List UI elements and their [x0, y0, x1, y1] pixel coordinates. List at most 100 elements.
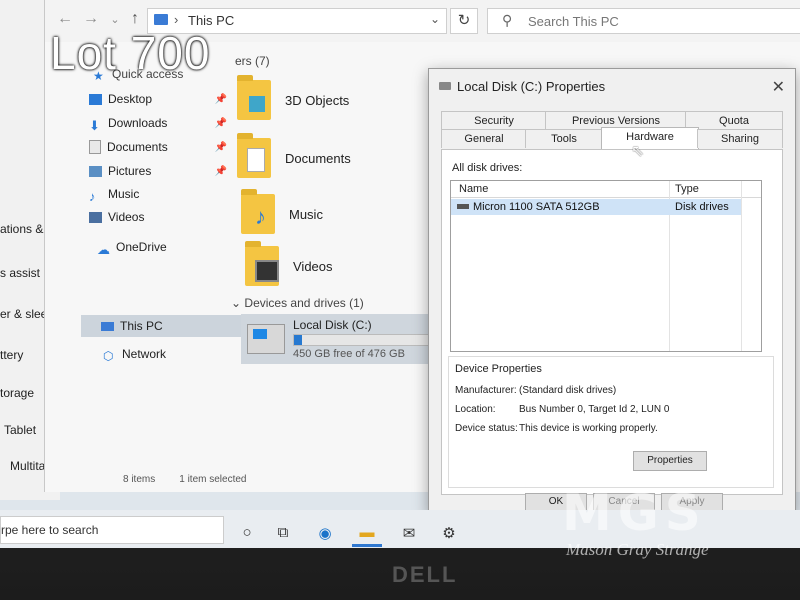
close-icon[interactable]: ✕	[772, 77, 785, 97]
device-properties-group: Device Properties Manufacturer: (Standar…	[448, 356, 774, 488]
disk-type: Disk drives	[675, 201, 729, 213]
cube-icon	[249, 96, 265, 112]
recent-chevron-icon[interactable]: ⌄	[105, 13, 125, 26]
settings-item[interactable]: torage	[0, 386, 34, 400]
dialog-title: Local Disk (C:) Properties	[457, 79, 606, 94]
music-icon: ♪	[255, 204, 266, 229]
sidebar-item-label: This PC	[120, 319, 163, 333]
music-icon: ♪	[89, 188, 96, 204]
tab-row-front: General Tools Hardware Sharing	[441, 127, 783, 150]
sidebar-item-label: OneDrive	[116, 240, 167, 254]
pin-icon[interactable]: 📌	[215, 142, 227, 153]
drive-item-local-disk[interactable]: Local Disk (C:) 450 GB free of 476 GB	[241, 314, 441, 364]
pin-icon[interactable]: 📌	[215, 166, 227, 177]
list-header: Name Type	[451, 181, 761, 198]
sidebar-item-label: Desktop	[108, 92, 153, 106]
settings-gear-icon[interactable]: ⚙	[438, 524, 460, 542]
folder-documents[interactable]: Documents	[237, 133, 351, 178]
column-name[interactable]: Name	[459, 183, 488, 195]
document-icon	[247, 148, 265, 172]
status-bar: 8 items 1 item selected	[123, 474, 247, 485]
settings-item[interactable]: Tablet	[4, 423, 36, 437]
sidebar-item-desktop[interactable]: Desktop 📌	[89, 89, 239, 109]
sidebar-item-this-pc[interactable]: This PC	[101, 316, 251, 336]
sidebar-item-label: Documents	[107, 140, 168, 154]
sidebar-item-onedrive[interactable]: ☁ OneDrive	[97, 237, 247, 257]
manufacturer-value: (Standard disk drives)	[519, 385, 617, 396]
download-icon: ⬇	[89, 117, 100, 133]
film-icon	[255, 260, 279, 282]
this-pc-icon	[101, 321, 114, 331]
settings-item[interactable]: ttery	[0, 348, 23, 362]
sidebar-item-pictures[interactable]: Pictures 📌	[89, 161, 239, 181]
refresh-button[interactable]: ↻	[450, 8, 478, 34]
address-dropdown-icon[interactable]: ⌄	[430, 12, 440, 26]
settings-item[interactable]: s assist	[0, 266, 40, 280]
all-disk-drives-label: All disk drives:	[452, 162, 523, 174]
folders-group-heading[interactable]: ers (7)	[235, 54, 270, 68]
folder-label: Documents	[285, 150, 351, 166]
location-label: Location:	[455, 404, 496, 415]
disk-drive-icon	[457, 204, 469, 209]
pin-icon[interactable]: 📌	[215, 118, 227, 129]
navigation-pane: ★ Quick access Desktop 📌 ⬇ Downloads 📌 D…	[75, 50, 251, 470]
tab-general[interactable]: General	[441, 129, 527, 148]
lot-number-label: Lot 700	[50, 27, 211, 79]
drive-icon	[439, 82, 451, 90]
properties-dialog: Local Disk (C:) Properties ✕ Security Pr…	[428, 68, 796, 514]
pictures-icon	[89, 165, 102, 177]
cortana-icon[interactable]: ○	[236, 524, 258, 541]
folder-label: 3D Objects	[285, 92, 350, 108]
active-app-indicator	[352, 544, 382, 547]
watermark-logo: MGS	[562, 484, 707, 542]
watermark-name: Mason Gray Strange	[566, 540, 709, 559]
list-item[interactable]: Micron 1100 SATA 512GB Disk drives	[451, 199, 741, 215]
tab-security[interactable]: Security	[441, 111, 547, 130]
task-view-icon[interactable]: ⧉	[272, 524, 294, 541]
sidebar-item-videos[interactable]: Videos	[89, 207, 239, 227]
this-pc-icon	[154, 14, 168, 25]
folder-music[interactable]: ♪ Music	[241, 189, 323, 234]
properties-button[interactable]: Properties	[633, 451, 707, 471]
edge-icon[interactable]: ◉	[314, 524, 336, 542]
desktop-icon	[89, 93, 102, 105]
folder-icon: ♪	[241, 189, 275, 234]
status-value: This device is working properly.	[519, 423, 658, 434]
sidebar-item-label: Music	[108, 187, 140, 201]
search-input[interactable]: ⚲ Search This PC	[487, 8, 800, 34]
device-properties-title: Device Properties	[455, 363, 542, 375]
file-explorer-icon[interactable]: ▬	[356, 524, 378, 541]
search-placeholder: Search This PC	[528, 14, 619, 29]
breadcrumb-chevron-icon[interactable]: ›	[174, 12, 178, 27]
refresh-icon: ↻	[457, 12, 471, 29]
column-type[interactable]: Type	[675, 183, 699, 195]
taskbar-search-box[interactable]: rpe here to search	[0, 516, 224, 544]
manufacturer-label: Manufacturer:	[455, 385, 517, 396]
tab-tools[interactable]: Tools	[525, 129, 603, 148]
sidebar-item-label: Network	[122, 347, 167, 361]
network-icon: ⬡	[103, 348, 114, 363]
disk-drives-list[interactable]: Name Type Micron 1100 SATA 512GB Disk dr…	[450, 180, 762, 352]
pin-icon[interactable]: 📌	[215, 94, 227, 105]
devices-group-heading[interactable]: ⌄ Devices and drives (1)	[231, 296, 364, 310]
mail-icon[interactable]: ✉	[398, 524, 420, 542]
collapse-chevron-icon[interactable]: ⌄	[231, 296, 241, 310]
tab-sharing[interactable]: Sharing	[697, 129, 783, 148]
drive-usage-fill	[294, 335, 302, 345]
videos-icon	[89, 211, 102, 223]
document-icon	[89, 140, 101, 154]
search-icon: ⚲	[502, 12, 513, 28]
dell-logo: DELL	[392, 562, 458, 587]
disk-name: Micron 1100 SATA 512GB	[473, 201, 600, 213]
folder-videos[interactable]: Videos	[245, 241, 333, 286]
tab-hardware[interactable]: Hardware	[601, 127, 699, 150]
screen: ations & actio s assist er & sleep ttery…	[0, 0, 800, 548]
tab-quota[interactable]: Quota	[685, 111, 783, 130]
sidebar-item-music[interactable]: ♪ Music	[89, 184, 239, 204]
sidebar-item-downloads[interactable]: ⬇ Downloads 📌	[89, 113, 239, 133]
windows-logo-icon	[253, 329, 267, 339]
folder-label: Videos	[293, 258, 333, 274]
item-count: 8 items	[123, 474, 156, 485]
sidebar-item-documents[interactable]: Documents 📌	[89, 137, 239, 157]
folder-3d-objects[interactable]: 3D Objects	[237, 75, 350, 120]
